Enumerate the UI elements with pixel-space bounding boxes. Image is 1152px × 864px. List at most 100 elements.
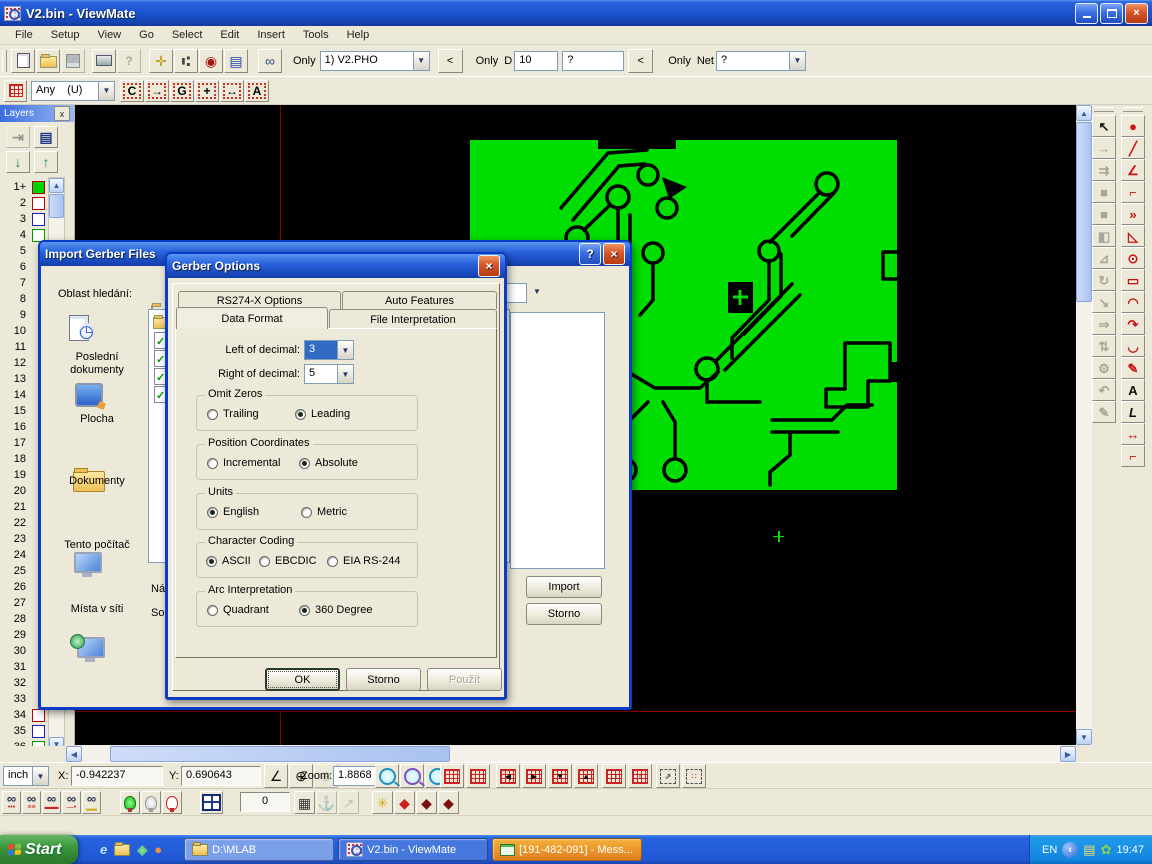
layers-close-icon[interactable]: x bbox=[54, 106, 70, 121]
scroll-right-icon[interactable]: ▶ bbox=[1060, 746, 1076, 762]
select-window-icon[interactable]: ∷ bbox=[682, 764, 706, 788]
select-pads-icon[interactable]: + bbox=[195, 80, 219, 102]
place-label[interactable]: Tento počítač bbox=[47, 539, 147, 551]
prev-dcode-button[interactable]: < bbox=[438, 49, 463, 73]
inspect-measure-icon[interactable]: ∞ bbox=[258, 49, 282, 73]
scroll-up-icon[interactable]: ▲ bbox=[1076, 105, 1092, 121]
incremental-radio[interactable] bbox=[207, 458, 218, 469]
layer-film-setup-icon[interactable]: ▤ bbox=[34, 126, 58, 148]
draw-corner-icon[interactable]: ⌐ bbox=[1121, 445, 1145, 467]
dcode-filter-input[interactable]: ? bbox=[562, 51, 624, 71]
scroll-thumb[interactable] bbox=[110, 746, 450, 762]
prev-net-button[interactable]: < bbox=[628, 49, 653, 73]
new-document-icon[interactable] bbox=[11, 49, 35, 73]
scroll-thumb[interactable] bbox=[1076, 122, 1092, 302]
draw-sketch-icon[interactable]: ✎ bbox=[1121, 357, 1145, 379]
toolbar-grip[interactable] bbox=[2, 50, 7, 72]
chevron-down-icon[interactable]: ▼ bbox=[337, 340, 354, 360]
chevron-down-icon[interactable]: ▼ bbox=[32, 766, 49, 786]
chevron-down-icon[interactable]: ▼ bbox=[789, 51, 806, 71]
left-of-decimal-combo[interactable]: 3 ▼ bbox=[304, 340, 354, 360]
view-grid-icon[interactable] bbox=[466, 764, 490, 788]
trailing-radio[interactable] bbox=[207, 409, 218, 420]
aperture-type-combo[interactable]: Any (U) ▼ bbox=[31, 81, 115, 101]
language-indicator[interactable]: EN bbox=[1042, 844, 1057, 856]
menu-insert[interactable]: Insert bbox=[248, 27, 294, 43]
selection-mode-icon[interactable] bbox=[4, 80, 27, 102]
layer-combo[interactable]: 1) V2.PHO ▼ bbox=[320, 51, 430, 71]
context-help-icon[interactable]: ? bbox=[117, 49, 141, 73]
draw-dimension-icon[interactable]: L bbox=[1121, 401, 1145, 423]
dcode-tools-icon[interactable]: ⑆ bbox=[174, 49, 198, 73]
layers-off-icon[interactable] bbox=[141, 791, 161, 814]
scroll-up-icon[interactable]: ▲ bbox=[49, 178, 64, 193]
menu-file[interactable]: File bbox=[6, 27, 42, 43]
chevron-down-icon[interactable]: ▼ bbox=[337, 364, 354, 384]
menu-go[interactable]: Go bbox=[130, 27, 163, 43]
close-icon[interactable]: × bbox=[603, 243, 625, 265]
english-radio[interactable] bbox=[207, 507, 218, 518]
my-computer-item[interactable] bbox=[74, 552, 102, 573]
import-cancel-button[interactable]: Storno bbox=[526, 603, 602, 625]
layer-color-swatch[interactable] bbox=[32, 709, 45, 722]
menu-help[interactable]: Help bbox=[338, 27, 379, 43]
menu-edit[interactable]: Edit bbox=[211, 27, 248, 43]
stretch-window-icon[interactable]: ⇗ bbox=[656, 764, 680, 788]
view-lines-icon[interactable]: ∞≡≡ bbox=[22, 791, 41, 814]
layer-color-swatch[interactable] bbox=[32, 213, 45, 226]
view-pads-icon[interactable]: ∞▬▬ bbox=[42, 791, 61, 814]
view-highlight-icon[interactable]: ∞▂▂ bbox=[82, 791, 101, 814]
draw-arc2-icon[interactable]: ◡ bbox=[1121, 335, 1145, 357]
pan-left-icon[interactable]: ◀ bbox=[496, 764, 520, 788]
draw-pad-icon[interactable]: ● bbox=[1121, 115, 1145, 137]
film-colors-icon[interactable]: ▤ bbox=[224, 49, 248, 73]
draw-rectangle-icon[interactable]: ▭ bbox=[1121, 269, 1145, 291]
draw-circle-icon[interactable]: ⊙ bbox=[1121, 247, 1145, 269]
film-panes-icon[interactable] bbox=[200, 791, 223, 814]
view-traces-icon[interactable]: ∞—• bbox=[62, 791, 81, 814]
draw-route-icon[interactable]: » bbox=[1121, 203, 1145, 225]
chevron-down-icon[interactable]: ▼ bbox=[98, 81, 115, 101]
right-of-decimal-combo[interactable]: 5 ▼ bbox=[304, 364, 354, 384]
draw-curve-icon[interactable]: ↷ bbox=[1121, 313, 1145, 335]
absolute-radio[interactable] bbox=[299, 458, 310, 469]
place-label[interactable]: Plocha bbox=[47, 413, 147, 425]
draw-line-icon[interactable]: ╱ bbox=[1121, 137, 1145, 159]
taskbar-item-3[interactable]: [191-482-091] - Mess... bbox=[492, 838, 642, 861]
quadrant-radio[interactable] bbox=[207, 605, 218, 616]
close-button[interactable]: × bbox=[1125, 3, 1148, 24]
draw-triangle-icon[interactable]: ◺ bbox=[1121, 225, 1145, 247]
minimize-button[interactable] bbox=[1075, 3, 1098, 24]
select-components-icon[interactable]: C bbox=[120, 80, 144, 102]
ie-quicklaunch-icon[interactable]: e bbox=[100, 842, 107, 858]
pan-right-icon[interactable]: ▶ bbox=[522, 764, 546, 788]
place-label[interactable]: Dokumenty bbox=[47, 475, 147, 487]
zoom-film-icon[interactable]: □ bbox=[602, 764, 626, 788]
measure-width-icon[interactable]: ↔ bbox=[1121, 423, 1145, 445]
menu-tools[interactable]: Tools bbox=[294, 27, 338, 43]
unit-combo[interactable]: inch ▼ bbox=[3, 766, 49, 786]
dcode-input[interactable]: 10 bbox=[514, 51, 558, 71]
draw-polyline-icon[interactable]: ∠ bbox=[1121, 159, 1145, 181]
chevron-down-icon[interactable]: ▼ bbox=[533, 287, 541, 296]
film-highlight-icon[interactable]: ◉ bbox=[199, 49, 223, 73]
layers-outline-icon[interactable] bbox=[162, 791, 182, 814]
open-folder-icon[interactable] bbox=[36, 49, 60, 73]
desktop-item[interactable] bbox=[75, 383, 103, 407]
layer-color-swatch[interactable] bbox=[32, 181, 45, 194]
canvas-vscrollbar[interactable]: ▲ ▼ bbox=[1076, 105, 1092, 745]
scroll-thumb[interactable] bbox=[49, 194, 64, 218]
pad-dark-icon[interactable]: ◆ bbox=[416, 791, 437, 814]
ok-button[interactable]: OK bbox=[265, 668, 340, 691]
view-dcodes-icon[interactable]: ∞••• bbox=[2, 791, 21, 814]
recent-documents-item[interactable]: ◷ bbox=[69, 315, 89, 341]
layer-move-up-icon[interactable]: ↑ bbox=[34, 151, 58, 173]
place-label[interactable]: Místa v síti bbox=[47, 603, 147, 615]
ascii-radio[interactable] bbox=[206, 556, 217, 567]
pad-corner-icon[interactable]: ◆ bbox=[438, 791, 459, 814]
layers-on-icon[interactable] bbox=[120, 791, 140, 814]
tray-messenger-icon[interactable]: ✿ bbox=[1101, 842, 1112, 858]
select-cursor-icon[interactable]: ↖ bbox=[1092, 115, 1116, 137]
save-icon[interactable] bbox=[61, 49, 85, 73]
zoom-grid-icon[interactable] bbox=[400, 764, 424, 788]
